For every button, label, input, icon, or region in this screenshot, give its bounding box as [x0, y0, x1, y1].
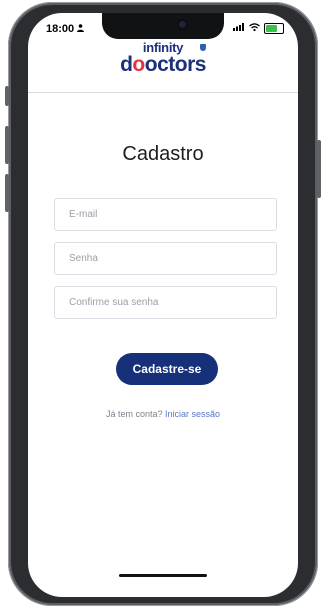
notch [102, 13, 224, 39]
volume-up-button [5, 126, 9, 164]
confirm-password-field[interactable] [54, 286, 277, 319]
volume-down-button [5, 174, 9, 212]
power-button [317, 140, 321, 198]
email-input[interactable] [55, 199, 276, 230]
login-prompt: Já tem conta? Iniciar sessão [28, 409, 298, 419]
mute-switch [5, 86, 9, 106]
logo-letters-end: ctors [157, 53, 206, 76]
home-indicator [119, 574, 207, 577]
logo-shield-icon [200, 44, 206, 51]
battery-charging-icon [264, 23, 284, 34]
app-screen: 18:00 infinity dooctors Cadastro Cadastr… [28, 13, 298, 597]
wifi-icon [249, 23, 260, 34]
email-field[interactable] [54, 198, 277, 231]
logo-letters-start: d [120, 53, 133, 76]
logo-letter-o-red: o [132, 53, 145, 76]
logo-line-bottom: dooctors [28, 53, 298, 76]
page-title: Cadastro [122, 143, 204, 165]
login-prompt-text: Já tem conta? [105, 409, 163, 419]
logo-letter-o: o [144, 53, 158, 76]
sign-up-button[interactable]: Cadastre-se [116, 353, 218, 385]
camera-icon [179, 21, 186, 28]
status-bar-time: 18:00 [46, 23, 85, 35]
signal-icon [233, 23, 245, 34]
password-field[interactable] [54, 242, 277, 275]
status-time-text: 18:00 [46, 23, 75, 35]
person-icon [77, 23, 85, 35]
infinity-doctors-logo: infinity dooctors [28, 41, 298, 76]
login-link[interactable]: Iniciar sessão [165, 409, 220, 419]
status-bar-icons [233, 23, 284, 34]
battery-level [266, 25, 277, 32]
password-input[interactable] [55, 243, 276, 274]
header-divider [28, 92, 298, 93]
confirm-password-input[interactable] [55, 287, 276, 318]
